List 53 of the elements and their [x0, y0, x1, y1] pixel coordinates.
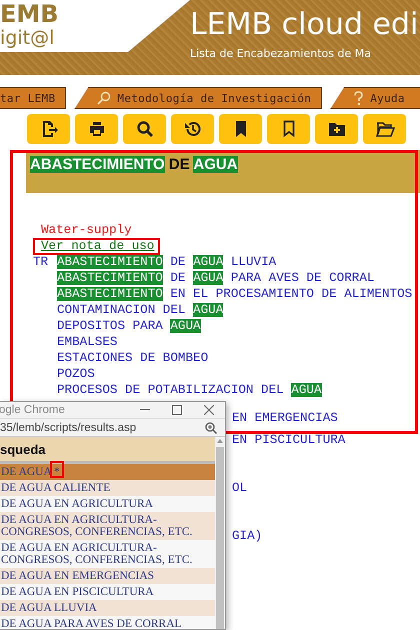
related-term[interactable]: DEPOSITOS PARA AGUA — [57, 318, 201, 334]
heading-text: ABASTECIMIENTO DE AGUA — [30, 156, 238, 174]
toolbar-button[interactable] — [171, 114, 214, 144]
result-row[interactable]: DE AGUA CALIENTE — [0, 480, 215, 496]
result-row[interactable]: DE AGUA LLUVIA — [0, 600, 215, 616]
toolbar-button[interactable] — [75, 114, 118, 144]
logo-text: EMB — [0, 0, 60, 28]
toolbar-button[interactable] — [27, 114, 70, 144]
address-field[interactable]: 35/lemb/scripts/results.asp — [0, 422, 205, 434]
related-term[interactable]: EMBALSES — [57, 334, 118, 350]
toolbar-button[interactable] — [315, 114, 358, 144]
result-row[interactable]: DE AGUA EN EMERGENCIAS — [0, 568, 215, 584]
related-term[interactable]: ABASTECIMIENTO DE AGUA LLUVIA — [57, 254, 276, 270]
minimize-icon[interactable] — [140, 409, 150, 411]
related-term[interactable]: EN EMERGENCIAS — [232, 410, 420, 426]
toolbar-button[interactable] — [267, 114, 310, 144]
site-subtitle: Lista de Encabezamientos de Ma — [190, 47, 371, 60]
history-icon — [182, 119, 202, 139]
result-row[interactable]: DE AGUA EN AGRICULTURA-CONGRESOS, CONFERENCIAS, ETC. — [0, 540, 215, 568]
maximize-icon[interactable] — [172, 405, 182, 415]
close-icon[interactable] — [204, 405, 214, 415]
highlight-frame — [50, 461, 64, 478]
tab[interactable]: tar LEMB — [0, 87, 66, 109]
note-link[interactable]: Ver nota de uso — [41, 240, 154, 252]
toolbar-button[interactable] — [219, 114, 262, 144]
result-row[interactable]: DE AGUA EN AGRICULTURA-CONGRESOS, CONFERENCIAS, ETC. — [0, 512, 215, 540]
result-row[interactable]: DE AGUA PARA AVES DE CORRAL — [0, 616, 215, 629]
zoom-icon[interactable] — [205, 422, 217, 434]
search-icon — [134, 119, 154, 139]
result-row[interactable]: DE AGUA EN AGRICULTURA — [0, 496, 215, 512]
scrollbar[interactable] — [215, 437, 225, 629]
relation-tag: TR — [33, 254, 57, 270]
toolbar-button[interactable] — [123, 114, 166, 144]
related-term[interactable]: ABASTECIMIENTO EN EL PROCESAMIENTO DE ALIMENTOS — [57, 286, 412, 302]
related-term[interactable]: EN PISCICULTURA — [232, 432, 420, 448]
logo-text: igit@l — [0, 28, 56, 48]
related-term[interactable]: POZOS — [57, 366, 95, 382]
related-term[interactable]: ESTACIONES DE BOMBEO — [57, 350, 208, 366]
results-heading: squeda — [0, 442, 46, 456]
related-term[interactable]: OL — [232, 480, 420, 496]
tab[interactable]: Ayuda — [330, 87, 420, 109]
help-icon — [353, 90, 364, 106]
related-term[interactable]: PROCESOS DE POTABILIZACION DEL AGUA — [57, 382, 322, 398]
site-title: LEMB cloud edi — [190, 8, 418, 42]
related-term[interactable]: GIA) — [232, 528, 420, 544]
tab[interactable]: Metodología de Investigación — [74, 87, 322, 109]
english-heading: Water-supply — [41, 222, 132, 238]
related-term[interactable]: ABASTECIMIENTO DE AGUA PARA AVES DE CORRAL — [57, 270, 374, 286]
result-row[interactable]: DE AGUA EN PISCICULTURA — [0, 584, 215, 600]
toolbar-button[interactable] — [363, 114, 406, 144]
related-term[interactable]: CONTAMINACION DEL AGUA — [57, 302, 224, 318]
folder-icon — [374, 119, 394, 139]
search-icon — [97, 91, 112, 105]
